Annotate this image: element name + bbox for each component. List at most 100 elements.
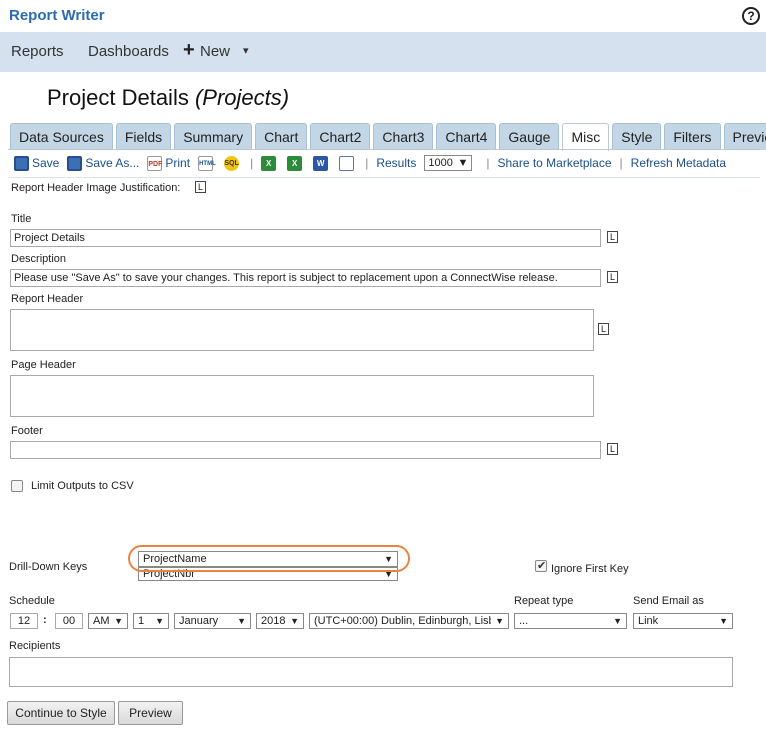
export-sql-button[interactable]: SQL [224, 155, 242, 171]
export-word-button[interactable]: W [313, 155, 331, 171]
limit-csv-checkbox[interactable] [11, 480, 23, 492]
report-header-justify-button[interactable]: L [598, 323, 609, 335]
timezone-value: (UTC+00:00) Dublin, Edinburgh, Lisb [314, 615, 492, 627]
tab-divider [8, 149, 760, 150]
month-select[interactable]: January ▼ [174, 613, 251, 629]
save-button[interactable]: Save [14, 155, 60, 171]
header-image-justification-button[interactable]: L [195, 181, 206, 193]
tab-data-sources[interactable]: Data Sources [10, 123, 113, 150]
footer-justify-button[interactable]: L [607, 443, 618, 455]
separator: | [619, 156, 623, 170]
continue-to-style-button[interactable]: Continue to Style [7, 701, 115, 725]
floppy-disk-icon [14, 155, 29, 171]
save-as-button[interactable]: Save As... [67, 155, 140, 171]
chevron-down-icon[interactable]: ▾ [243, 44, 249, 57]
year-select[interactable]: 2018 ▼ [256, 613, 304, 629]
print-button[interactable]: PDF Print [147, 155, 190, 171]
preview-button[interactable]: Preview [118, 701, 183, 725]
description-input[interactable]: Please use "Save As" to save your change… [10, 269, 601, 287]
save-label: Save [32, 156, 60, 170]
minute-input[interactable]: 00 [55, 613, 83, 629]
help-icon[interactable]: ? [742, 7, 760, 25]
repeat-type-label: Repeat type [514, 595, 574, 607]
tab-misc[interactable]: Misc [562, 123, 610, 151]
chevron-down-icon: ▼ [495, 616, 504, 626]
export-html-button[interactable]: HTML [198, 155, 216, 171]
tab-summary[interactable]: Summary [174, 123, 253, 150]
separator: | [486, 156, 490, 170]
toolbar-divider [8, 177, 760, 178]
chevron-down-icon: ▼ [457, 157, 469, 169]
ampm-value: AM [93, 615, 110, 627]
footer-input[interactable] [10, 441, 601, 459]
title-input[interactable]: Project Details [10, 229, 601, 247]
share-to-marketplace-link[interactable]: Share to Marketplace [497, 156, 611, 170]
results-select[interactable]: 1000 ▼ [424, 155, 473, 171]
chevron-down-icon: ▼ [114, 616, 123, 626]
tab-gauge[interactable]: Gauge [499, 123, 560, 150]
tab-chart4[interactable]: Chart4 [436, 123, 497, 150]
export-excel-button[interactable]: X [287, 155, 305, 171]
nav-reports[interactable]: Reports [11, 43, 64, 60]
results-label: Results [376, 156, 417, 170]
word-icon: W [313, 155, 329, 171]
report-header-label: Report Header [11, 293, 84, 305]
chevron-down-icon: ▼ [719, 616, 728, 626]
tab-filters[interactable]: Filters [664, 123, 721, 150]
tab-fields[interactable]: Fields [115, 123, 172, 150]
results-value: 1000 [428, 157, 453, 169]
limit-csv-label: Limit Outputs to CSV [31, 480, 134, 492]
nav-new[interactable]: New [200, 43, 230, 60]
tab-chart3[interactable]: Chart3 [373, 123, 434, 150]
toolbar: Save Save As... PDF Print HTML SQL | X X… [14, 153, 734, 173]
chevron-down-icon: ▼ [613, 616, 622, 626]
separator: | [365, 156, 369, 170]
tab-preview[interactable]: Preview [723, 123, 766, 150]
ampm-select[interactable]: AM ▼ [88, 613, 128, 629]
page-title-text: Project Details [47, 85, 189, 110]
recipients-label: Recipients [9, 640, 61, 652]
export-document-button[interactable] [339, 155, 357, 171]
separator: | [250, 156, 254, 170]
plus-icon[interactable]: + [183, 39, 195, 62]
ignore-first-key-checkbox[interactable] [535, 559, 547, 572]
timezone-select[interactable]: (UTC+00:00) Dublin, Edinburgh, Lisb ▼ [309, 613, 509, 629]
document-icon [339, 155, 355, 171]
tab-chart[interactable]: Chart [255, 123, 308, 150]
drilldown-keys-label: Drill-Down Keys [9, 561, 88, 573]
app-title[interactable]: Report Writer [9, 7, 105, 24]
title-justify-button[interactable]: L [607, 231, 618, 243]
refresh-metadata-link[interactable]: Refresh Metadata [631, 156, 726, 170]
page-title: Project Details (Projects) [47, 85, 289, 111]
ignore-first-key-label: Ignore First Key [551, 563, 629, 575]
save-as-label: Save As... [85, 156, 140, 170]
report-header-textarea[interactable] [10, 309, 594, 351]
pdf-icon: PDF [147, 155, 163, 171]
footer-label: Footer [11, 425, 43, 437]
nav-dashboards[interactable]: Dashboards [88, 43, 169, 60]
page-header-textarea[interactable] [10, 375, 594, 417]
description-label: Description [11, 253, 67, 265]
repeat-type-select[interactable]: ... ▼ [514, 613, 627, 629]
month-value: January [179, 615, 219, 627]
sql-icon: SQL [224, 155, 240, 171]
tab-style[interactable]: Style [612, 123, 662, 150]
tab-chart2[interactable]: Chart2 [310, 123, 371, 150]
header-image-justification-label: Report Header Image Justification: [11, 182, 181, 194]
time-colon: : [43, 614, 47, 626]
title-label: Title [11, 213, 32, 225]
send-email-value: Link [638, 615, 659, 627]
page-subtitle: (Projects) [194, 85, 290, 110]
send-email-select[interactable]: Link ▼ [633, 613, 733, 629]
tab-bar: Data Sources Fields Summary Chart Chart2… [10, 123, 766, 151]
export-xls-report-button[interactable]: X [261, 155, 279, 171]
description-justify-button[interactable]: L [607, 271, 618, 283]
floppy-disk-icon [67, 155, 83, 171]
hour-input[interactable]: 12 [10, 613, 38, 629]
schedule-label: Schedule [9, 595, 55, 607]
recipients-textarea[interactable] [9, 657, 733, 687]
day-select[interactable]: 1 ▼ [133, 613, 169, 629]
day-value: 1 [138, 615, 145, 627]
chevron-down-icon: ▼ [237, 616, 246, 626]
repeat-type-value: ... [519, 615, 529, 627]
